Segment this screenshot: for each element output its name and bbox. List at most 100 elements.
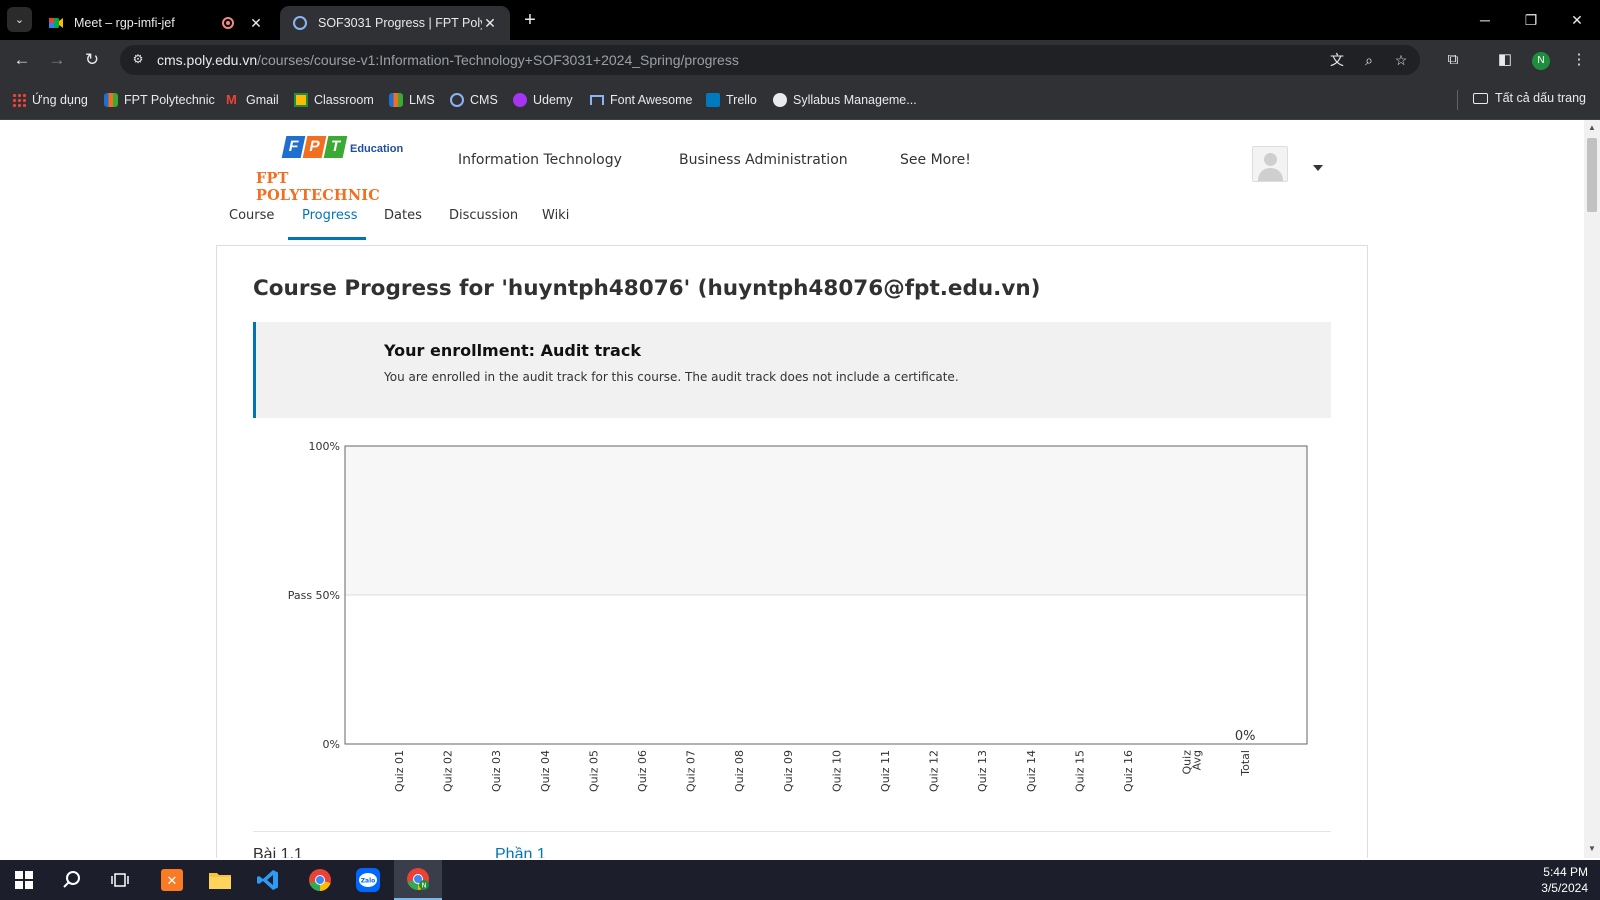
x-tick-label: Quiz 04 bbox=[539, 750, 552, 792]
all-bookmarks-button[interactable]: Tất cả dấu trang bbox=[1472, 91, 1586, 105]
tab-search-button[interactable]: ⌄ bbox=[7, 7, 32, 32]
tab-course[interactable]: Course bbox=[229, 208, 274, 223]
section-link[interactable]: Phần 1 bbox=[495, 846, 546, 858]
tab-progress[interactable]: Progress bbox=[302, 208, 357, 223]
menu-kebab-icon[interactable]: ⋮ bbox=[1567, 48, 1591, 72]
forward-icon[interactable]: → bbox=[45, 48, 69, 72]
tab-title: Meet – rgp-imfi-jef bbox=[74, 16, 175, 30]
browser-tab-active[interactable]: SOF3031 Progress | FPT Polytec ✕ bbox=[280, 6, 510, 40]
close-tab-icon[interactable]: ✕ bbox=[248, 15, 264, 32]
x-tick-label: Quiz 14 bbox=[1025, 750, 1038, 792]
close-tab-icon[interactable]: ✕ bbox=[482, 15, 498, 32]
svg-text:✕: ✕ bbox=[167, 874, 178, 889]
classroom-icon bbox=[294, 93, 308, 107]
side-panel-icon[interactable]: ◧ bbox=[1493, 48, 1517, 72]
active-tab-indicator bbox=[288, 237, 366, 240]
folder-icon bbox=[1472, 92, 1488, 104]
url-text[interactable]: cms.poly.edu.vn/courses/course-v1:Inform… bbox=[157, 52, 739, 68]
bookmark-cms[interactable]: CMS bbox=[450, 91, 498, 109]
scroll-down-icon[interactable]: ▼ bbox=[1587, 844, 1597, 854]
x-tick-label: Total bbox=[1239, 750, 1252, 777]
tab-discussion[interactable]: Discussion bbox=[449, 208, 518, 223]
new-tab-button[interactable]: + bbox=[518, 6, 542, 34]
x-tick-label: Quiz 07 bbox=[685, 750, 698, 792]
address-bar[interactable]: ⚙ cms.poly.edu.vn/courses/course-v1:Info… bbox=[120, 45, 1420, 75]
x-tick-label: Avg bbox=[1191, 750, 1204, 770]
nav-information-technology[interactable]: Information Technology bbox=[458, 152, 622, 168]
windows-start-icon[interactable] bbox=[0, 860, 48, 900]
bookmark-fpt-polytechnic[interactable]: FPT Polytechnic bbox=[104, 91, 215, 109]
bookmark-star-icon[interactable]: ☆ bbox=[1391, 51, 1411, 71]
zoom-icon[interactable]: ⌕ bbox=[1359, 51, 1379, 71]
fpt-polytechnic-logo[interactable]: F P T Education FPT POLYTECHNIC bbox=[256, 136, 416, 204]
file-explorer-icon[interactable] bbox=[196, 860, 244, 900]
enrollment-heading: Your enrollment: Audit track bbox=[384, 341, 641, 360]
scroll-up-icon[interactable]: ▲ bbox=[1587, 123, 1597, 133]
vscode-icon[interactable] bbox=[244, 860, 292, 900]
x-tick-label: Quiz 05 bbox=[587, 750, 600, 792]
xampp-icon[interactable]: ✕ bbox=[148, 860, 196, 900]
recording-icon bbox=[222, 17, 234, 29]
loading-spinner-icon bbox=[293, 16, 307, 30]
bookmarks-bar: Ứng dụng FPT Polytechnic M Gmail Classro… bbox=[0, 80, 1600, 120]
browser-tab-meet[interactable]: Meet – rgp-imfi-jef ✕ bbox=[36, 6, 276, 40]
chrome-profile-icon[interactable]: N bbox=[394, 860, 442, 900]
bookmark-font-awesome[interactable]: Font Awesome bbox=[590, 91, 692, 109]
minimize-icon[interactable]: ─ bbox=[1462, 0, 1508, 40]
tab-dates[interactable]: Dates bbox=[384, 208, 422, 223]
bookmark-lms[interactable]: LMS bbox=[389, 91, 435, 109]
site-info-icon[interactable]: ⚙ bbox=[130, 52, 146, 68]
bookmark-classroom[interactable]: Classroom bbox=[294, 91, 374, 109]
globe-icon bbox=[450, 93, 464, 107]
x-tick-label: Quiz 08 bbox=[733, 750, 746, 792]
bookmarks-divider bbox=[1457, 90, 1458, 110]
x-tick-label: Quiz 15 bbox=[1073, 750, 1086, 792]
data-label-total: 0% bbox=[1235, 729, 1256, 744]
chapter-title: Bài 1.1 bbox=[253, 846, 303, 858]
user-menu-caret-icon[interactable] bbox=[1313, 165, 1323, 171]
back-icon[interactable]: ← bbox=[10, 48, 34, 72]
bookmark-udemy[interactable]: Udemy bbox=[513, 91, 573, 109]
page-title: Course Progress for 'huyntph48076' (huyn… bbox=[253, 276, 1041, 301]
apps-grid-icon bbox=[12, 93, 26, 107]
bookmark-apps[interactable]: Ứng dụng bbox=[12, 91, 88, 109]
above-pass-band bbox=[345, 446, 1307, 595]
trello-icon bbox=[706, 93, 720, 107]
page-scrollbar[interactable]: ▲ ▼ bbox=[1584, 120, 1600, 858]
y-tick-label: 0% bbox=[323, 738, 340, 751]
x-tick-label: Quiz 13 bbox=[976, 750, 989, 792]
extensions-icon[interactable]: ⧉ bbox=[1441, 48, 1465, 72]
udemy-icon bbox=[513, 93, 527, 107]
x-tick-label: Quiz 02 bbox=[442, 750, 455, 792]
chrome-icon[interactable] bbox=[296, 860, 344, 900]
browser-toolbar: ← → ↻ ⚙ cms.poly.edu.vn/courses/course-v… bbox=[0, 40, 1600, 80]
profile-avatar[interactable]: N bbox=[1532, 52, 1550, 70]
below-pass-band bbox=[345, 595, 1307, 744]
globe-icon bbox=[773, 93, 787, 107]
x-tick-label: Quiz 16 bbox=[1122, 750, 1135, 792]
tab-wiki[interactable]: Wiki bbox=[542, 208, 569, 223]
nav-business-administration[interactable]: Business Administration bbox=[679, 152, 848, 168]
nav-see-more[interactable]: See More! bbox=[900, 152, 971, 168]
scrollbar-thumb[interactable] bbox=[1587, 138, 1597, 212]
zalo-icon[interactable]: Zalo bbox=[344, 860, 392, 900]
x-tick-label: Quiz 06 bbox=[636, 750, 649, 792]
translate-icon[interactable]: 文 bbox=[1327, 51, 1347, 71]
search-icon[interactable] bbox=[48, 860, 96, 900]
svg-text:Zalo: Zalo bbox=[361, 878, 376, 885]
logo-education-text: Education bbox=[350, 143, 404, 155]
system-clock[interactable]: 5:44 PM 3/5/2024 bbox=[1541, 864, 1588, 896]
reload-icon[interactable]: ↻ bbox=[80, 48, 104, 72]
fpt-icon bbox=[104, 93, 118, 107]
web-page: F P T Education FPT POLYTECHNIC Informat… bbox=[0, 120, 1584, 858]
enrollment-text: You are enrolled in the audit track for … bbox=[384, 370, 959, 384]
task-view-icon[interactable] bbox=[96, 860, 144, 900]
bookmark-trello[interactable]: Trello bbox=[706, 91, 757, 109]
close-window-icon[interactable]: ✕ bbox=[1554, 0, 1600, 40]
restore-icon[interactable]: ❐ bbox=[1508, 0, 1554, 40]
user-avatar[interactable] bbox=[1252, 146, 1288, 182]
gmail-icon: M bbox=[226, 92, 237, 107]
browser-tab-strip: ⌄ Meet – rgp-imfi-jef ✕ SOF3031 Progress… bbox=[0, 0, 1600, 40]
bookmark-gmail[interactable]: M Gmail bbox=[226, 91, 279, 109]
bookmark-syllabus[interactable]: Syllabus Manageme... bbox=[773, 91, 917, 109]
